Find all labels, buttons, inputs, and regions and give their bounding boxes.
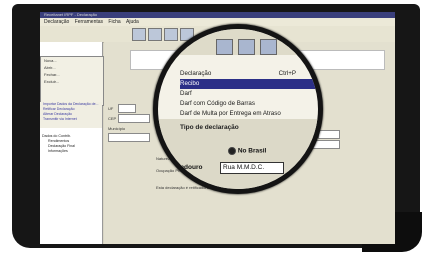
- cep-label: CEP: [108, 116, 117, 121]
- menu-item-excluir[interactable]: Excluir...: [41, 78, 103, 85]
- menu-item-abrir[interactable]: Abrir...: [41, 64, 103, 71]
- menu-item-darf[interactable]: Darf: [180, 89, 318, 99]
- shortcut-label: Ctrl+P: [278, 70, 296, 77]
- menu-declaracao[interactable]: Declaração: [44, 19, 69, 25]
- question-label: Tipo de declaração: [180, 124, 239, 131]
- numero-field[interactable]: [318, 130, 340, 139]
- logradouro-label: Logradouro: [166, 164, 203, 171]
- uf-field[interactable]: [118, 104, 136, 113]
- tree-item-informacoes[interactable]: Informações: [42, 149, 75, 154]
- monitor-screen: Receitanet IRPF - Declaração Declaração …: [40, 12, 395, 244]
- open-icon-magnified[interactable]: [260, 39, 277, 55]
- magnifier-lens: Declaração Ctrl+P Recibo Darf Darf com C…: [153, 24, 323, 194]
- menu-item-darf-codigo-barras[interactable]: Darf com Código de Barras: [180, 99, 318, 109]
- navigation-tree: Dados do Contrib. Rendimentos Declaração…: [42, 134, 75, 154]
- lens-toolbar: [158, 29, 318, 55]
- file-menu: Nova... Abrir... Fechar... Excluir...: [40, 56, 104, 106]
- menu-ferramentas[interactable]: Ferramentas: [75, 19, 103, 25]
- menu-bar: Declaração Ferramentas Ficha Ajuda: [40, 18, 395, 26]
- menu-item-declaracao[interactable]: Declaração Ctrl+P: [180, 69, 318, 79]
- menu-item-fechar[interactable]: Fechar...: [41, 71, 103, 78]
- no-brasil-radio[interactable]: [228, 147, 236, 155]
- cep-field[interactable]: [118, 114, 150, 123]
- logradouro-field[interactable]: Rua M.M.D.C.: [220, 162, 284, 174]
- menu-item-nova[interactable]: Nova...: [41, 57, 103, 64]
- uf-label: UF: [108, 106, 114, 111]
- print-icon-magnified[interactable]: [216, 39, 233, 55]
- municipio-label: Município: [108, 126, 126, 131]
- menu-ficha[interactable]: Ficha: [108, 19, 120, 25]
- menu-ajuda[interactable]: Ajuda: [126, 19, 139, 25]
- left-panel: Nova... Abrir... Fechar... Excluir... Im…: [40, 42, 104, 244]
- menu-item-darf-multa[interactable]: Darf de Multa por Entrega em Atraso: [180, 109, 318, 119]
- menu-item-recibo[interactable]: Recibo: [180, 79, 318, 89]
- save-icon-magnified[interactable]: [238, 39, 255, 55]
- municipio-field[interactable]: [108, 133, 150, 142]
- submenu-strip: Importar Dados da Declaração de... Retif…: [40, 102, 102, 128]
- no-brasil-label: No Brasil: [237, 147, 267, 155]
- print-icon[interactable]: [132, 28, 146, 41]
- country-radio-group: No Brasil: [228, 147, 266, 155]
- submenu-item-transmitir[interactable]: Transmitir via Internet: [40, 117, 102, 122]
